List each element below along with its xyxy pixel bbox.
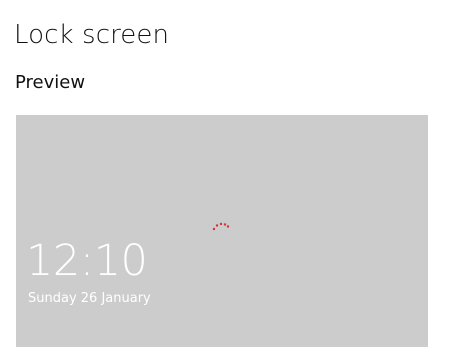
page-title: Lock screen: [14, 20, 170, 50]
loading-spinner-icon: [212, 222, 230, 231]
clock-date: Sunday 26 January: [28, 291, 151, 306]
clock-time: 12:10: [26, 236, 148, 286]
preview-heading: Preview: [15, 72, 86, 93]
lock-screen-preview: 12:10 Sunday 26 January: [16, 115, 428, 347]
